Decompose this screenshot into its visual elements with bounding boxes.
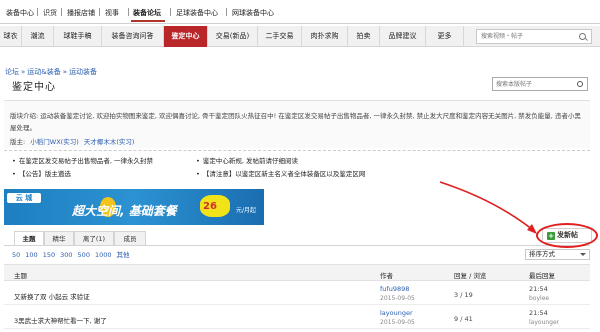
- page-size-option[interactable]: 1000: [95, 251, 112, 259]
- thread-title[interactable]: 3黑武士求大神帮忙看一下, 谢了: [14, 315, 107, 325]
- ad-banner[interactable]: 云 城 超大空间, 基础套餐 26 元/月起: [4, 189, 264, 225]
- top-nav-item-equipment-center[interactable]: 装备中心: [6, 8, 34, 18]
- divider: [61, 8, 62, 16]
- breadcrumb-equipment[interactable]: 运动装备: [69, 68, 97, 76]
- column-header-last-reply: 最后回复: [529, 272, 555, 280]
- column-header-topic: 主题: [14, 272, 27, 280]
- tab-appraisal-center[interactable]: 鉴定中心: [164, 26, 208, 47]
- page-size-option[interactable]: 100: [25, 251, 37, 259]
- thread-date: 2015-09-05: [380, 295, 415, 302]
- chevron-right-icon: »: [21, 68, 26, 76]
- active-indicator: [131, 20, 165, 22]
- top-nav-item-shihuo[interactable]: 识货: [43, 8, 57, 18]
- search-icon[interactable]: [579, 33, 586, 40]
- banner-logo: 云 城: [7, 193, 41, 203]
- tab-auction[interactable]: 拍卖: [348, 26, 380, 47]
- tab-threads[interactable]: 主题: [14, 231, 44, 245]
- page-size-option[interactable]: 150: [43, 251, 55, 259]
- page-size-options: 50 100 150 300 500 1000 其他: [12, 249, 135, 259]
- divider: [128, 8, 129, 16]
- divider: [4, 150, 590, 151]
- banner-price: 26: [203, 201, 217, 212]
- moderators-label: 版主:: [10, 138, 26, 146]
- announcement-link[interactable]: 鉴定中心新规, 发帖前请仔细阅读: [196, 155, 298, 165]
- tab-shoe-sketch[interactable]: 球鞋手稿: [54, 26, 102, 47]
- moderator-link[interactable]: 小稻门WX(实习): [30, 138, 78, 146]
- top-nav: 装备中心 识货 播报店铺 视事 装备论坛 足球装备中心 网球装备中心: [0, 0, 600, 24]
- breadcrumb-sports[interactable]: 运动&装备: [27, 68, 60, 76]
- tab-wanted[interactable]: 肉扑求购: [302, 26, 348, 47]
- thread-table-header: 主题 作者 回复 / 浏览 最后回复: [4, 264, 590, 281]
- breadcrumb-forum[interactable]: 论坛: [5, 68, 19, 76]
- last-reply-time[interactable]: 21:54: [529, 309, 548, 317]
- banner-price-unit: 元/月起: [236, 207, 257, 214]
- site-search[interactable]: [476, 29, 592, 44]
- tab-qa[interactable]: 装备咨询问答: [102, 26, 164, 47]
- tab-trend[interactable]: 潮流: [22, 26, 54, 47]
- table-row[interactable]: 又新换了双 小起云 求验证 fufu9898 2015-09-05 3 / 19…: [4, 282, 590, 305]
- tab-trade-new[interactable]: 交易(新品): [208, 26, 258, 47]
- last-reply-user[interactable]: layounger: [529, 319, 559, 326]
- breadcrumb: 论坛» 运动&装备» 运动装备: [5, 67, 97, 77]
- tab-brand-advice[interactable]: 品牌建议: [380, 26, 426, 47]
- tab-left[interactable]: 离了(1): [74, 231, 114, 245]
- moderators: 版主: 小稻门WX(实习) 天才椰木木(实习): [10, 136, 134, 146]
- forum-search[interactable]: [492, 77, 588, 91]
- banner-headline: 超大空间, 基础套餐: [72, 204, 177, 218]
- sort-select[interactable]: 排序方式: [525, 249, 590, 260]
- search-icon[interactable]: [577, 81, 583, 87]
- main-nav: 球衣 潮流 球鞋手稿 装备咨询问答 鉴定中心 交易(新品) 二手交易 肉扑求购 …: [0, 26, 600, 47]
- page-size-option[interactable]: 300: [60, 251, 72, 259]
- column-header-author: 作者: [380, 272, 393, 280]
- column-header-replies-views: 回复 / 浏览: [454, 272, 487, 280]
- top-nav-item-forum[interactable]: 装备论坛: [133, 8, 161, 18]
- page-size-option[interactable]: 50: [12, 251, 20, 259]
- top-nav-item-tennis[interactable]: 网球装备中心: [232, 8, 274, 18]
- tab-digest[interactable]: 精华: [44, 231, 74, 245]
- top-nav-item-football[interactable]: 足球装备中心: [176, 8, 218, 18]
- last-reply-user[interactable]: boylee: [529, 295, 549, 302]
- moderator-link[interactable]: 天才椰木木(实习): [84, 138, 135, 146]
- site-search-input[interactable]: [477, 30, 567, 43]
- last-reply-time[interactable]: 21:54: [529, 285, 548, 293]
- sort-select-value: 排序方式: [529, 250, 555, 258]
- announcement-link[interactable]: 在鉴定区发交易帖子出售物品者, 一律永久封禁: [12, 155, 153, 165]
- annotation-circle: [536, 223, 598, 248]
- divider: [170, 8, 171, 16]
- announcement-link[interactable]: 【清注意】以鉴定区新主名义者全体装备区以及鉴定区网: [196, 168, 366, 178]
- thread-title[interactable]: 又新换了双 小起云 求验证: [14, 291, 90, 301]
- thread-stats: 3 / 19: [454, 291, 473, 299]
- page-size-option[interactable]: 其他: [117, 251, 130, 259]
- tab-more[interactable]: 更多: [426, 26, 464, 47]
- page-title: 鉴定中心: [12, 82, 56, 93]
- chevron-right-icon: »: [62, 68, 68, 76]
- forum-info: 版块介绍: 运动装备鉴定讨论, 欢迎拍实物图来鉴定, 欢迎偶喜讨论, 骨干鉴定团…: [4, 100, 590, 148]
- page-size-option[interactable]: 500: [78, 251, 90, 259]
- divider: [226, 8, 227, 16]
- thread-date: 2015-09-05: [380, 319, 415, 326]
- thread-author[interactable]: fufu9898: [380, 285, 409, 293]
- thread-stats: 9 / 41: [454, 315, 473, 323]
- tab-second-hand[interactable]: 二手交易: [258, 26, 302, 47]
- announcement-link[interactable]: 【公告】版主遴选: [12, 168, 71, 178]
- tab-jersey[interactable]: 球衣: [0, 26, 22, 47]
- divider: [99, 8, 100, 16]
- top-nav-item-shops[interactable]: 播报店铺: [67, 8, 95, 18]
- thread-author[interactable]: layounger: [380, 309, 413, 317]
- tab-members[interactable]: 成员: [114, 231, 146, 245]
- forum-description: 版块介绍: 运动装备鉴定讨论, 欢迎拍实物图来鉴定, 欢迎偶喜讨论, 骨干鉴定团…: [10, 112, 581, 132]
- divider: [4, 245, 590, 246]
- table-row[interactable]: 3黑武士求大神帮忙看一下, 谢了 layounger 2015-09-05 9 …: [4, 306, 590, 329]
- divider: [37, 8, 38, 16]
- forum-search-input[interactable]: [493, 78, 573, 90]
- top-nav-item-video[interactable]: 视事: [105, 8, 119, 18]
- chevron-down-icon: [580, 253, 586, 256]
